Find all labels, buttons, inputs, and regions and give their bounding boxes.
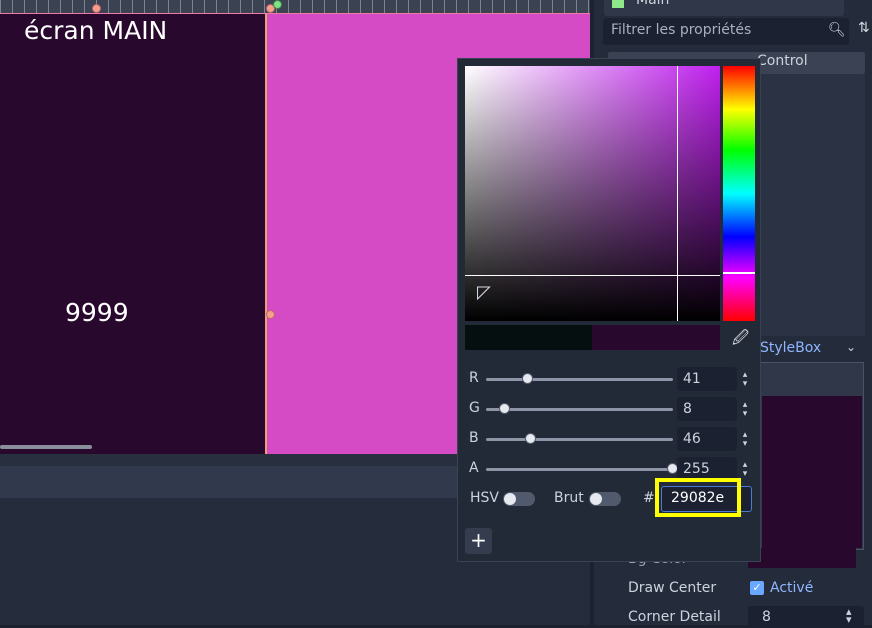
slider-label-a: A bbox=[469, 460, 479, 476]
raw-label: Brut bbox=[554, 490, 584, 506]
slider-knob-r[interactable] bbox=[522, 373, 533, 384]
corner-detail-value: 8 bbox=[762, 609, 771, 625]
spin-arrows-icon[interactable]: ▴ ▾ bbox=[739, 401, 751, 419]
slider-track-g[interactable] bbox=[486, 408, 673, 411]
pivot-handle[interactable] bbox=[273, 0, 282, 9]
sv-crosshair bbox=[465, 275, 720, 276]
highlight-box bbox=[655, 478, 741, 517]
horizontal-scrollbar[interactable] bbox=[0, 445, 92, 449]
spin-arrows-icon[interactable]: ▴ ▾ bbox=[739, 431, 751, 449]
sort-icon[interactable]: ⇅ bbox=[858, 20, 870, 36]
node-color-icon bbox=[612, 0, 624, 8]
slider-label-g: G bbox=[469, 400, 480, 416]
hsv-toggle[interactable] bbox=[503, 492, 535, 506]
resize-handle[interactable] bbox=[266, 310, 275, 319]
stylebox-preview bbox=[762, 396, 862, 548]
draw-center-checkbox[interactable]: ✓ bbox=[750, 581, 764, 595]
node-name: Main bbox=[636, 0, 670, 8]
stylebox-resource[interactable]: StyleBox bbox=[760, 340, 821, 356]
toggle-knob bbox=[590, 493, 602, 505]
slider-value-b[interactable]: 46 bbox=[677, 427, 737, 451]
resize-handle[interactable] bbox=[92, 4, 101, 13]
toggle-knob bbox=[504, 493, 516, 505]
slider-knob-b[interactable] bbox=[525, 433, 536, 444]
corner-detail-label: Corner Detail bbox=[628, 609, 721, 625]
chevron-down-icon[interactable]: ⌄ bbox=[846, 340, 856, 354]
previous-color-preview[interactable] bbox=[465, 325, 592, 350]
score-label: 9999 bbox=[65, 298, 129, 327]
add-preset-button[interactable]: + bbox=[465, 528, 492, 554]
screen-title-label: écran MAIN bbox=[24, 16, 168, 45]
slider-value-g[interactable]: 8 bbox=[677, 397, 737, 421]
slider-track-a[interactable] bbox=[486, 468, 673, 471]
eyedropper-icon[interactable]: 🖉︎ bbox=[732, 327, 749, 354]
slider-track-b[interactable] bbox=[486, 438, 673, 441]
draw-center-value: Activé bbox=[770, 580, 814, 596]
slider-track-r[interactable] bbox=[486, 378, 673, 381]
spin-arrows-icon[interactable]: ▴ ▾ bbox=[846, 606, 852, 625]
draw-center-label: Draw Center bbox=[628, 580, 717, 596]
bg-color-swatch[interactable] bbox=[748, 548, 856, 568]
section-control-label: Control bbox=[757, 53, 808, 69]
mouse-cursor-icon: ◸ bbox=[477, 282, 491, 303]
spin-arrows-icon[interactable]: ▴ ▾ bbox=[739, 371, 751, 389]
saturation-value-square[interactable] bbox=[465, 66, 720, 321]
search-icon: 🔍︎ bbox=[828, 22, 846, 38]
hsv-label: HSV bbox=[470, 490, 499, 506]
spin-arrows-icon[interactable]: ▴ ▾ bbox=[739, 461, 751, 479]
slider-knob-g[interactable] bbox=[499, 403, 510, 414]
slider-label-b: B bbox=[469, 430, 479, 446]
slider-label-r: R bbox=[469, 370, 479, 386]
hue-slider[interactable] bbox=[723, 66, 755, 321]
raw-toggle[interactable] bbox=[589, 492, 621, 506]
hue-marker[interactable] bbox=[723, 272, 755, 274]
filter-placeholder: Filtrer les propriétés bbox=[611, 22, 752, 38]
top-ruler bbox=[0, 0, 590, 13]
hash-label: # bbox=[643, 490, 655, 506]
sv-crosshair bbox=[677, 66, 678, 321]
slider-value-r[interactable]: 41 bbox=[677, 367, 737, 391]
main-screen-rect[interactable] bbox=[0, 14, 267, 454]
